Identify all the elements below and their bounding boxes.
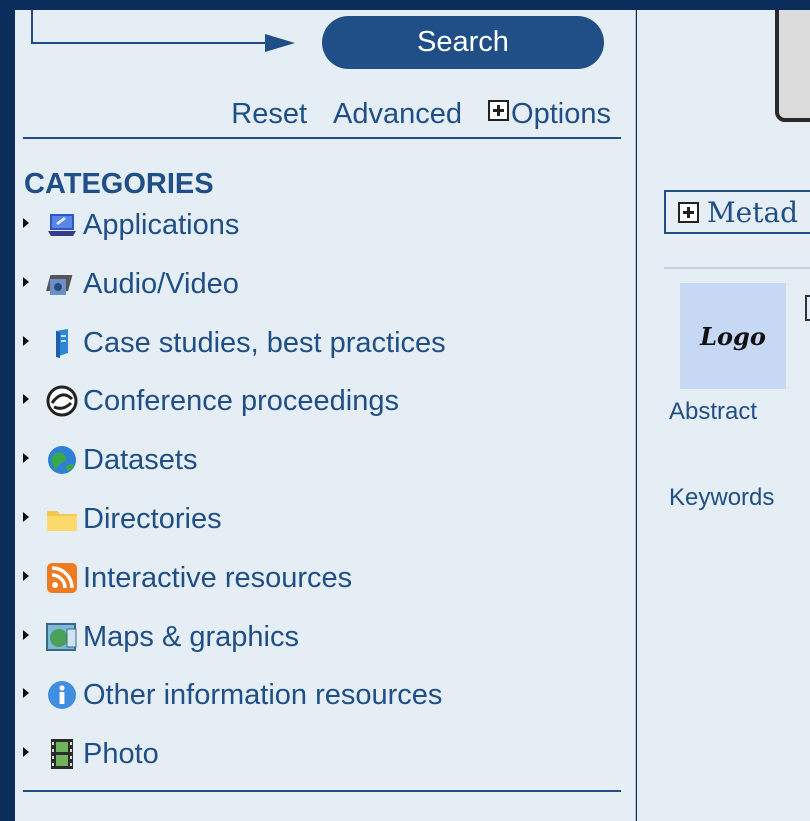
- rss-icon: [45, 561, 79, 595]
- category-label: Audio/Video: [83, 267, 239, 300]
- case-studies-icon: [45, 326, 79, 360]
- expand-plus-icon: [678, 201, 699, 223]
- category-item-maps[interactable]: Maps & graphics: [23, 618, 446, 677]
- bullet-icon: [23, 629, 29, 640]
- abstract-label: Abstract: [669, 398, 758, 425]
- arrow-connector: [31, 10, 33, 44]
- audio-video-icon: [45, 267, 79, 301]
- expand-plus-icon: [488, 100, 510, 121]
- category-label: Maps & graphics: [83, 620, 299, 653]
- category-list: Applications Audio/Video Case studies, b…: [23, 206, 446, 794]
- arrow-connector-line: [31, 42, 271, 44]
- metadata-toggle[interactable]: Metad: [664, 190, 810, 234]
- divider: [664, 267, 810, 269]
- divider: [23, 790, 621, 792]
- category-label: Other information resources: [83, 679, 443, 712]
- arrow-right-icon: [265, 34, 295, 52]
- bullet-icon: [23, 335, 29, 346]
- category-label: Datasets: [83, 444, 198, 477]
- divider: [23, 137, 621, 139]
- category-label: Applications: [83, 209, 240, 241]
- record-panel: Metad Logo Abstract Keywords: [637, 10, 810, 821]
- category-item-conference[interactable]: Conference proceedings: [23, 382, 446, 441]
- folder-icon: [45, 502, 79, 536]
- checkbox-icon[interactable]: [805, 295, 810, 321]
- logo-thumbnail: Logo: [680, 283, 786, 389]
- bullet-icon: [23, 394, 29, 405]
- category-label: Case studies, best practices: [83, 326, 446, 359]
- conference-icon: [45, 384, 79, 418]
- search-button[interactable]: Search: [322, 16, 604, 69]
- category-item-datasets[interactable]: Datasets: [23, 441, 446, 500]
- category-item-case-studies[interactable]: Case studies, best practices: [23, 324, 446, 383]
- bullet-icon: [23, 276, 29, 287]
- bullet-icon: [23, 688, 29, 699]
- category-item-directories[interactable]: Directories: [23, 500, 446, 559]
- search-links: Reset Advanced Options: [15, 98, 611, 131]
- metadata-label: Metad: [707, 195, 799, 229]
- device-image: [775, 10, 810, 122]
- bullet-icon: [23, 747, 29, 758]
- bullet-icon: [23, 218, 29, 228]
- category-item-other-info[interactable]: Other information resources: [23, 676, 446, 735]
- category-item-interactive[interactable]: Interactive resources: [23, 559, 446, 618]
- options-toggle[interactable]: Options: [488, 98, 611, 130]
- category-item-photo[interactable]: Photo: [23, 735, 446, 794]
- map-icon: [45, 620, 79, 654]
- category-label: Interactive resources: [83, 561, 353, 594]
- options-label: Options: [511, 98, 611, 130]
- keywords-label: Keywords: [669, 484, 775, 511]
- bullet-icon: [23, 511, 29, 522]
- category-label: Conference proceedings: [83, 385, 399, 418]
- search-sidebar: Search Reset Advanced Options CATEGORIES A…: [15, 10, 636, 821]
- bullet-icon: [23, 570, 29, 581]
- category-label: Photo: [83, 738, 159, 771]
- applications-icon: [45, 208, 79, 242]
- category-label: Directories: [83, 502, 222, 535]
- categories-heading: CATEGORIES: [24, 168, 214, 200]
- globe-icon: [45, 443, 79, 477]
- category-item-applications[interactable]: Applications: [23, 206, 446, 265]
- bullet-icon: [23, 453, 29, 464]
- film-icon: [45, 737, 79, 771]
- advanced-link[interactable]: Advanced: [333, 98, 462, 130]
- info-icon: [45, 678, 79, 712]
- reset-link[interactable]: Reset: [231, 98, 307, 130]
- category-item-audio-video[interactable]: Audio/Video: [23, 265, 446, 324]
